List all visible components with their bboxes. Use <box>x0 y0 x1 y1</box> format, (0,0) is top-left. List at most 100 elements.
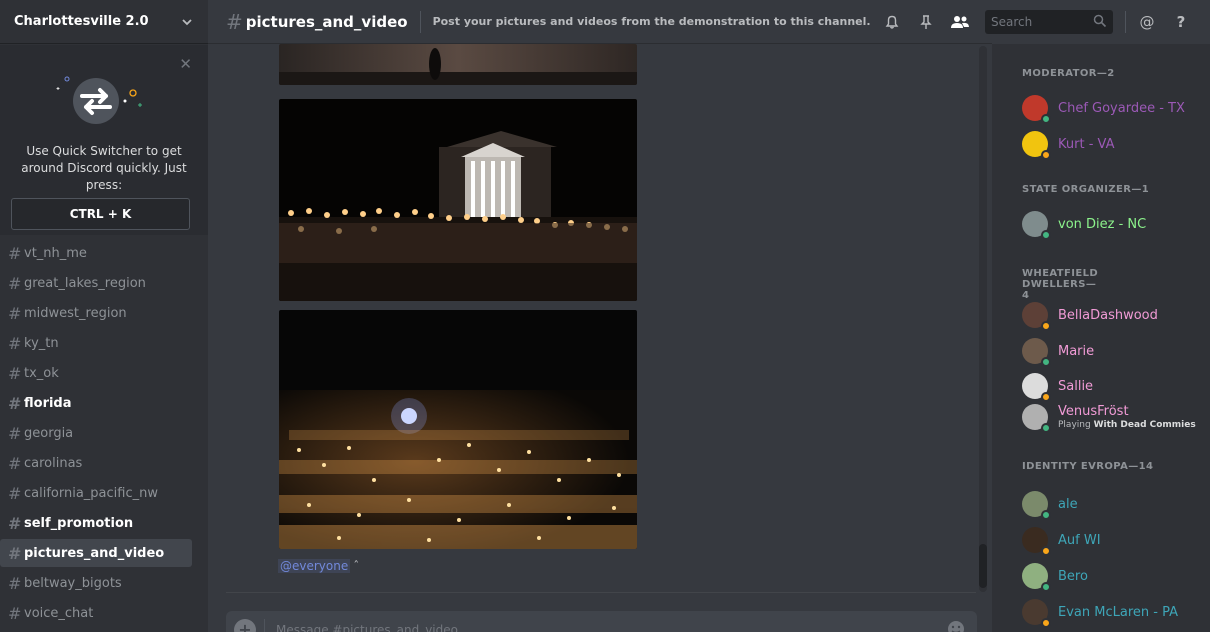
toolbar-divider <box>1125 11 1126 33</box>
message-composer[interactable]: + <box>226 611 977 632</box>
search-box[interactable] <box>985 10 1113 34</box>
channel-item-carolinas[interactable]: # carolinas <box>0 449 192 477</box>
channel-item-self-promotion[interactable]: # self_promotion <box>0 509 192 537</box>
member-item[interactable]: VenusFröst Playing With Dead Commies <box>1022 402 1202 433</box>
member-list-icon[interactable] <box>950 12 970 32</box>
channel-hash-icon: # <box>8 243 22 263</box>
upload-plus-icon[interactable]: + <box>234 619 256 632</box>
channel-item-pictures-and-video[interactable]: # pictures_and_video <box>0 539 192 567</box>
member-group-header: WHEATFIELD DWELLERS—4 <box>1022 268 1099 301</box>
notification-bell-icon[interactable] <box>882 12 902 32</box>
attachment-image[interactable] <box>279 99 637 301</box>
channel-title: pictures_and_video <box>245 12 408 31</box>
member-text: Kurt - VA <box>1048 137 1114 152</box>
member-item[interactable]: Marie <box>1022 336 1202 367</box>
channel-hash-icon: # <box>8 483 22 503</box>
status-indicator <box>1041 618 1051 628</box>
mentions-icon[interactable]: @ <box>1137 12 1157 32</box>
channel-item-ky-tn[interactable]: # ky_tn <box>0 329 192 357</box>
member-item[interactable]: Bero <box>1022 561 1202 592</box>
member-text: Evan McLaren - PA <box>1048 605 1178 620</box>
member-item[interactable]: ale <box>1022 489 1202 520</box>
activity-game: With Dead Commies <box>1093 420 1196 430</box>
member-name: Evan McLaren - PA <box>1058 604 1178 620</box>
avatar[interactable] <box>1022 563 1051 592</box>
member-item[interactable]: Evan McLaren - PA <box>1022 597 1202 628</box>
member-item[interactable]: Sallie <box>1022 371 1202 402</box>
avatar[interactable] <box>1022 302 1051 331</box>
emoji-icon[interactable] <box>947 620 965 632</box>
channel-item-label: self_promotion <box>24 515 134 531</box>
avatar[interactable] <box>1022 599 1051 628</box>
attachment-image[interactable] <box>279 310 637 549</box>
member-item[interactable]: BellaDashwood <box>1022 300 1202 331</box>
channel-hash-icon: # <box>8 513 22 533</box>
channel-hash-icon: # <box>8 453 22 473</box>
member-name: Auf WI <box>1058 532 1101 548</box>
status-indicator <box>1041 546 1051 556</box>
chat-area: # pictures_and_video Post your pictures … <box>208 0 992 632</box>
member-text: Marie <box>1048 344 1094 359</box>
help-icon[interactable]: ? <box>1171 12 1191 32</box>
channel-item-great-lakes-region[interactable]: # great_lakes_region <box>0 269 192 297</box>
message-list[interactable]: @everyone ˆ <box>208 44 992 604</box>
channel-list: # vt_nh_me # great_lakes_region # midwest_reg… <box>0 237 208 629</box>
member-text: Bero <box>1048 569 1088 584</box>
channel-item-label: midwest_region <box>24 305 127 321</box>
avatar[interactable] <box>1022 491 1051 520</box>
member-name: von Diez - NC <box>1058 216 1147 232</box>
member-item[interactable]: Auf WI <box>1022 525 1202 556</box>
scrollbar-thumb[interactable] <box>979 544 987 588</box>
member-name: ale <box>1058 496 1078 512</box>
close-icon[interactable]: ✕ <box>179 55 192 73</box>
avatar[interactable] <box>1022 338 1051 367</box>
status-indicator <box>1041 150 1051 160</box>
search-icon <box>1093 14 1107 28</box>
channel-topic: Post your pictures and videos from the d… <box>432 15 871 28</box>
channel-item-label: voice_chat <box>24 605 94 621</box>
scrollbar-track[interactable] <box>979 46 987 592</box>
member-item[interactable]: von Diez - NC <box>1022 209 1202 240</box>
member-text: ale <box>1048 497 1078 512</box>
member-group-header: STATE ORGANIZER—1 <box>1022 184 1150 195</box>
channel-sidebar: Charlottesville 2.0 ✕ Use Quick Switcher… <box>0 0 208 632</box>
avatar[interactable] <box>1022 95 1051 124</box>
channel-item-california-pacific-nw[interactable]: # california_pacific_nw <box>0 479 192 507</box>
avatar[interactable] <box>1022 211 1051 240</box>
member-text: von Diez - NC <box>1048 217 1146 232</box>
channel-item-midwest-region[interactable]: # midwest_region <box>0 299 192 327</box>
channel-item-beltway-bigots[interactable]: # beltway_bigots <box>0 569 192 597</box>
edited-mark: ˆ <box>353 559 360 573</box>
channel-item-label: great_lakes_region <box>24 275 146 291</box>
avatar[interactable] <box>1022 131 1051 160</box>
header-divider <box>419 10 421 33</box>
member-name: Bero <box>1058 568 1088 584</box>
channel-item-tx-ok[interactable]: # tx_ok <box>0 359 192 387</box>
attachment-image[interactable] <box>279 44 637 85</box>
avatar[interactable] <box>1022 404 1051 433</box>
member-text: VenusFröst Playing With Dead Commies <box>1048 404 1196 430</box>
member-item[interactable]: Chef Goyardee - TX <box>1022 93 1202 124</box>
member-name: Marie <box>1058 343 1095 359</box>
channel-item-label: carolinas <box>24 455 83 471</box>
member-text: Sallie <box>1048 379 1093 394</box>
channel-item-florida[interactable]: # florida <box>0 389 192 417</box>
channel-item-label: vt_nh_me <box>24 245 87 261</box>
channel-item-vt-nh-me[interactable]: # vt_nh_me <box>0 239 192 267</box>
channel-item-label: california_pacific_nw <box>24 485 158 501</box>
everyone-mention[interactable]: @everyone <box>278 559 351 573</box>
member-item[interactable]: Kurt - VA <box>1022 129 1202 160</box>
message-input[interactable] <box>276 619 876 632</box>
pin-icon[interactable] <box>916 12 936 32</box>
channel-item-georgia[interactable]: # georgia <box>0 419 192 447</box>
avatar[interactable] <box>1022 373 1051 402</box>
avatar[interactable] <box>1022 527 1051 556</box>
quick-switcher-shortcut: CTRL + K <box>11 198 190 230</box>
chevron-down-icon[interactable] <box>180 15 194 29</box>
channel-item-label: beltway_bigots <box>24 575 122 591</box>
status-indicator <box>1041 230 1051 240</box>
channel-hash-icon: # <box>8 333 22 353</box>
guild-header[interactable]: Charlottesville 2.0 <box>0 0 208 44</box>
channel-item-voice-chat[interactable]: # voice_chat <box>0 599 192 627</box>
channel-item-label: tx_ok <box>24 365 59 381</box>
